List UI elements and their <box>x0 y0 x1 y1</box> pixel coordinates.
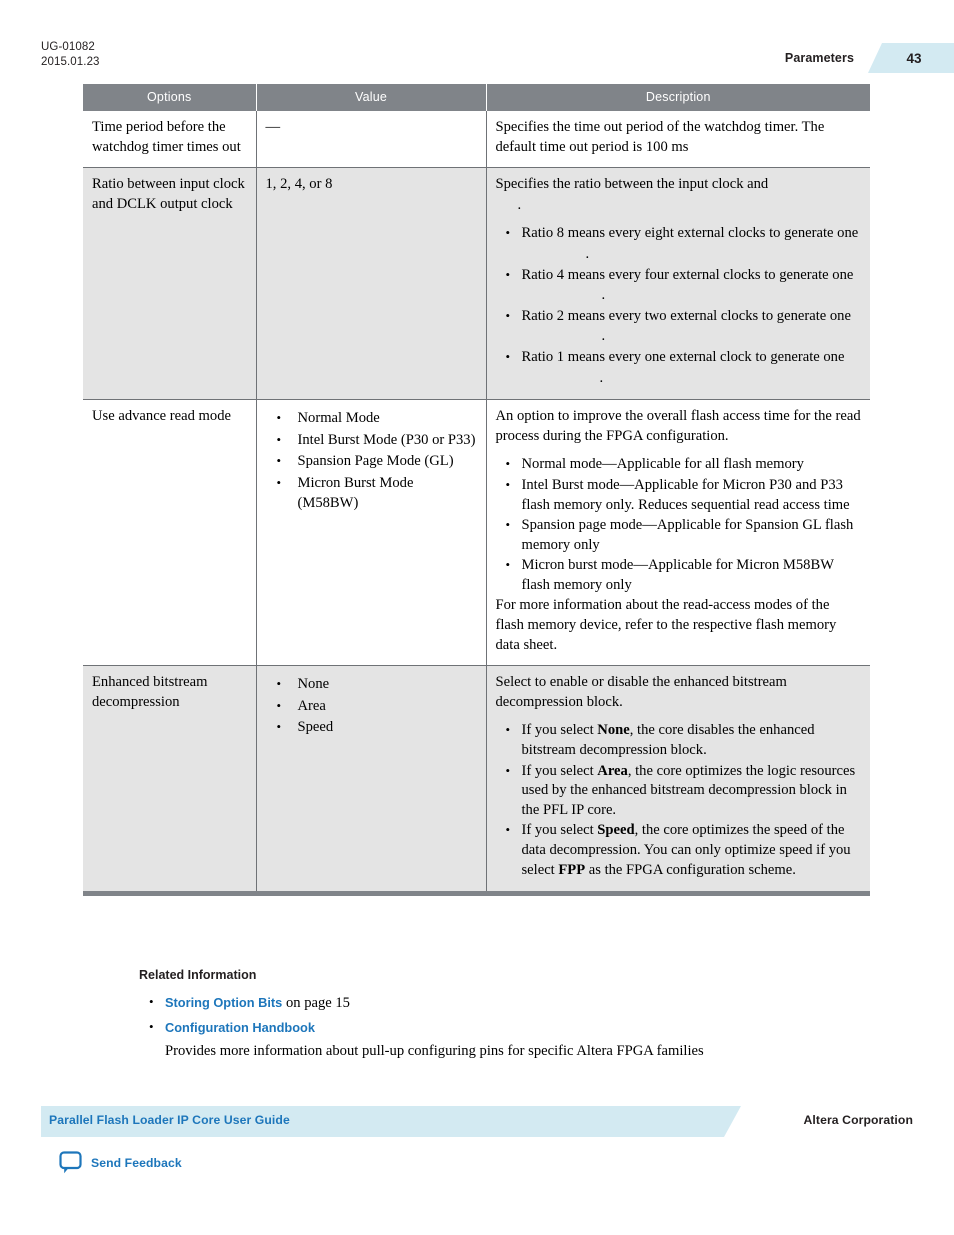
option-cell: Ratio between input clock and DCLK outpu… <box>83 167 257 401</box>
description-intro: Specifies the time out period of the wat… <box>495 119 825 155</box>
bullet-emphasis: None <box>597 722 630 739</box>
list-item: If you select None, the core disables th… <box>506 720 862 760</box>
value-cell: None Area Speed <box>256 665 487 894</box>
column-header-description: Description <box>486 84 870 111</box>
description-cell: Specifies the time out period of the wat… <box>486 111 870 169</box>
bullet-suffix: . <box>601 287 606 304</box>
description-bullets: Ratio 8 means every eight external clock… <box>496 223 862 388</box>
bullet-text: Ratio 8 means every eight external clock… <box>521 225 859 242</box>
option-cell: Enhanced bitstream decompression <box>83 665 257 894</box>
speech-bubble-icon <box>59 1151 82 1175</box>
intro-suffix: . <box>517 196 522 213</box>
bullet-suffix: . <box>601 328 606 345</box>
description-outro: For more information about the read-acce… <box>495 597 837 653</box>
list-item: Micron Burst Mode (M58BW) <box>277 473 477 513</box>
option-cell: Use advance read mode <box>83 399 257 667</box>
table-row: Use advance read mode Normal Mode Intel … <box>83 399 870 667</box>
document-date: 2015.01.23 <box>41 56 100 68</box>
bullet-text: Ratio 2 means every two external clocks … <box>521 307 851 324</box>
page-footer: Parallel Flash Loader IP Core User Guide… <box>0 1106 954 1206</box>
list-item: None <box>277 674 477 695</box>
bullet-suffix: . <box>599 369 604 386</box>
value-cell: 1, 2, 4, or 8 <box>256 167 487 401</box>
option-cell: Time period before the watchdog timer ti… <box>83 111 257 169</box>
parameters-table: Options Value Description Time period be… <box>83 84 870 897</box>
description-bullets: Normal mode—Applicable for all flash mem… <box>496 454 862 595</box>
bullet-emphasis: Area <box>597 762 628 779</box>
bullet-pre: If you select <box>521 822 598 839</box>
description-cell: Specifies the ratio between the input cl… <box>486 167 870 401</box>
list-item: If you select Area, the core optimizes t… <box>506 761 862 821</box>
list-item: Storing Option Bits on page 15 <box>149 990 879 1015</box>
list-item: Configuration Handbook Provides more inf… <box>149 1015 879 1063</box>
value-cell: — <box>256 111 487 169</box>
related-links-list: Storing Option Bits on page 15 Configura… <box>139 990 879 1063</box>
bullet-text: Ratio 1 means every one external clock t… <box>521 348 845 365</box>
description-intro: Specifies the ratio between the input cl… <box>496 175 862 215</box>
description-intro: An option to improve the overall flash a… <box>495 408 861 444</box>
list-item: Normal Mode <box>277 408 477 429</box>
link-configuration-handbook[interactable]: Configuration Handbook <box>165 1020 315 1035</box>
bullet-post-2: as the FPGA configuration scheme. <box>585 861 796 878</box>
bullet-pre: If you select <box>521 722 598 739</box>
value-bullets: Normal Mode Intel Burst Mode (P30 or P33… <box>266 408 477 513</box>
list-item: Area <box>277 696 477 717</box>
list-item: Ratio 2 means every two external clocks … <box>506 306 862 347</box>
table-row: Enhanced bitstream decompression None Ar… <box>83 665 870 894</box>
value-cell: Normal Mode Intel Burst Mode (P30 or P33… <box>256 399 487 667</box>
list-item: Speed <box>277 717 477 738</box>
list-item: Ratio 4 means every four external clocks… <box>506 265 862 306</box>
page-header: UG-01082 2015.01.23 Parameters 43 <box>0 0 954 82</box>
value-bullets: None Area Speed <box>266 674 477 738</box>
send-feedback-button[interactable]: Send Feedback <box>59 1151 182 1175</box>
list-item: Spansion Page Mode (GL) <box>277 451 477 472</box>
link-description: Provides more information about pull-up … <box>165 1043 704 1059</box>
chapter-title: Parameters <box>784 51 854 65</box>
bullet-pre: If you select <box>521 762 598 779</box>
description-bullets: If you select None, the core disables th… <box>496 720 862 880</box>
list-item: Intel Burst mode—Applicable for Micron P… <box>506 475 862 515</box>
document-id-block: UG-01082 2015.01.23 <box>41 40 100 70</box>
bullet-suffix: . <box>585 245 590 262</box>
list-item: If you select Speed, the core optimizes … <box>506 820 862 880</box>
send-feedback-label: Send Feedback <box>91 1156 182 1170</box>
column-header-value: Value <box>256 84 487 111</box>
intro-text: Specifies the ratio between the input cl… <box>495 176 769 193</box>
bullet-text: Ratio 4 means every four external clocks… <box>521 266 854 283</box>
document-id: UG-01082 <box>41 41 95 53</box>
page-number-badge: 43 <box>868 43 954 73</box>
link-suffix: on page 15 <box>282 995 350 1011</box>
column-header-options: Options <box>83 84 257 111</box>
link-storing-option-bits[interactable]: Storing Option Bits <box>165 995 282 1010</box>
list-item: Normal mode—Applicable for all flash mem… <box>506 454 862 475</box>
description-cell: An option to improve the overall flash a… <box>486 399 870 667</box>
list-item: Intel Burst Mode (P30 or P33) <box>277 430 477 451</box>
related-information-section: Related Information Storing Option Bits … <box>139 968 879 1064</box>
list-item: Ratio 8 means every eight external clock… <box>506 223 862 264</box>
list-item: Micron burst mode—Applicable for Micron … <box>506 555 862 595</box>
footer-guide-title: Parallel Flash Loader IP Core User Guide <box>49 1113 290 1127</box>
related-information-title: Related Information <box>139 968 257 982</box>
header-right-group: Parameters 43 <box>785 43 954 73</box>
table-header-row: Options Value Description <box>83 84 870 111</box>
list-item: Spansion page mode—Applicable for Spansi… <box>506 515 862 555</box>
footer-corporation: Altera Corporation <box>803 1113 913 1127</box>
bullet-emphasis-2: FPP <box>558 861 586 878</box>
list-item: Ratio 1 means every one external clock t… <box>506 347 862 388</box>
bullet-emphasis: Speed <box>597 822 635 839</box>
table-row: Time period before the watchdog timer ti… <box>83 111 870 169</box>
description-cell: Select to enable or disable the enhanced… <box>486 665 870 894</box>
table-row: Ratio between input clock and DCLK outpu… <box>83 167 870 401</box>
description-intro: Select to enable or disable the enhanced… <box>495 674 787 710</box>
